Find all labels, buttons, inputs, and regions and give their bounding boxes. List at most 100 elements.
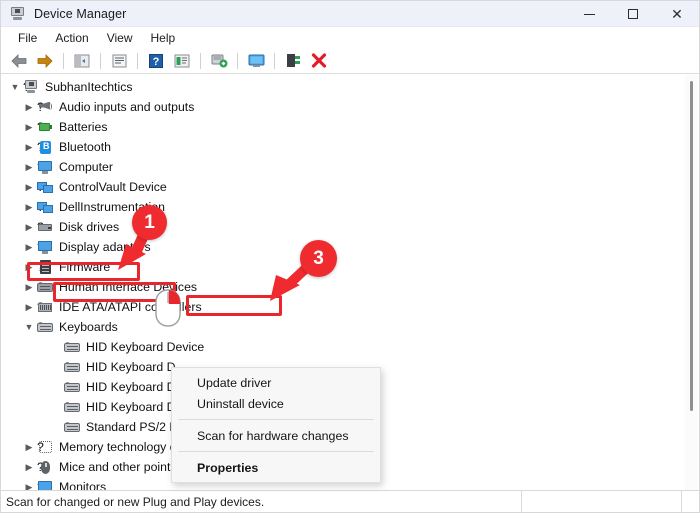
tree-row-label: Batteries bbox=[59, 120, 108, 134]
annotation-box-keyboards bbox=[27, 262, 140, 281]
disk-drive-icon: ? bbox=[37, 220, 54, 235]
scan-hardware-changes-button[interactable] bbox=[244, 50, 268, 72]
device-manager-window: Device Manager ✕ File Action View Help ? bbox=[0, 0, 700, 513]
uninstall-device-button[interactable] bbox=[307, 50, 331, 72]
toolbar-separator bbox=[100, 52, 101, 69]
tree-row[interactable]: ▶? Computer bbox=[1, 157, 685, 177]
chevron-down-icon[interactable]: ▼ bbox=[21, 322, 37, 332]
keyboard-icon: ? bbox=[64, 420, 81, 435]
forward-arrow-icon bbox=[37, 53, 53, 68]
tree-row[interactable]: ▶? Batteries bbox=[1, 117, 685, 137]
close-icon: ✕ bbox=[671, 6, 683, 22]
close-button[interactable]: ✕ bbox=[655, 1, 699, 27]
tree-row[interactable]: ▼? Keyboards bbox=[1, 317, 685, 337]
forward-button[interactable] bbox=[33, 50, 57, 72]
help-button[interactable]: ? bbox=[144, 50, 168, 72]
tree-row[interactable]: ? HID Keyboard Device bbox=[1, 337, 685, 357]
back-arrow-icon bbox=[11, 53, 27, 68]
annotation-marker-3-label: 3 bbox=[313, 247, 324, 269]
tree-row-label: Bluetooth bbox=[59, 140, 111, 154]
tree-row-label: Audio inputs and outputs bbox=[59, 100, 195, 114]
tree-row-label: Keyboards bbox=[59, 320, 118, 334]
update-driver-button[interactable] bbox=[207, 50, 231, 72]
chevron-right-icon[interactable]: ▶ bbox=[21, 462, 37, 472]
battery-icon: ? bbox=[37, 120, 54, 135]
scrollbar-thumb[interactable] bbox=[690, 81, 693, 411]
tree-row-label: Disk drives bbox=[59, 220, 120, 234]
console-tree-icon bbox=[74, 54, 90, 67]
context-menu-item-update-driver[interactable]: Update driver bbox=[172, 372, 380, 393]
chevron-right-icon[interactable]: ▶ bbox=[21, 242, 37, 252]
tree-row[interactable]: ▶? Display adapters bbox=[1, 237, 685, 257]
tree-row-label: HID Keyboard D bbox=[86, 380, 176, 394]
chevron-right-icon[interactable]: ▶ bbox=[21, 162, 37, 172]
context-menu-separator bbox=[178, 451, 374, 452]
ide-controller-icon: ? bbox=[37, 300, 54, 315]
tree-row-label: Mice and other pointin bbox=[59, 460, 180, 474]
bluetooth-icon: ? bbox=[37, 140, 54, 155]
hid-icon: ? bbox=[37, 280, 54, 295]
vertical-scrollbar[interactable] bbox=[685, 75, 698, 492]
help-icon: ? bbox=[149, 53, 163, 68]
device-tree-panel: ▼? SubhanItechtics ▶? Audio inputs and outp… bbox=[1, 74, 699, 493]
chevron-right-icon[interactable]: ▶ bbox=[21, 182, 37, 192]
tree-row[interactable]: ▼? SubhanItechtics bbox=[1, 77, 685, 97]
annotation-box-update-driver bbox=[186, 295, 282, 316]
context-menu-separator bbox=[178, 419, 374, 420]
chevron-right-icon[interactable]: ▶ bbox=[21, 442, 37, 452]
annotation-marker-1: 1 bbox=[132, 205, 167, 240]
back-button[interactable] bbox=[7, 50, 31, 72]
chevron-right-icon[interactable]: ▶ bbox=[21, 102, 37, 112]
tree-row[interactable]: ▶? Bluetooth bbox=[1, 137, 685, 157]
annotation-marker-1-label: 1 bbox=[144, 211, 155, 233]
context-menu: Update driver Uninstall device Scan for … bbox=[171, 367, 381, 483]
toolbar-separator bbox=[237, 52, 238, 69]
chevron-right-icon[interactable]: ▶ bbox=[21, 222, 37, 232]
controlvault-icon: ? bbox=[37, 180, 54, 195]
chevron-down-icon[interactable]: ▼ bbox=[7, 82, 23, 92]
tree-row[interactable]: ▶?DellInstrumentation bbox=[1, 197, 685, 217]
maximize-button[interactable] bbox=[611, 1, 655, 27]
tree-row-label: Display adapters bbox=[59, 240, 151, 254]
scan-hardware-icon bbox=[248, 54, 264, 67]
mouse-cursor-icon bbox=[155, 289, 181, 327]
chevron-right-icon[interactable]: ▶ bbox=[21, 202, 37, 212]
menu-file[interactable]: File bbox=[9, 29, 46, 47]
chevron-right-icon[interactable]: ▶ bbox=[21, 282, 37, 292]
enable-device-button[interactable] bbox=[281, 50, 305, 72]
chevron-right-icon[interactable]: ▶ bbox=[21, 122, 37, 132]
toolbar-separator bbox=[274, 52, 275, 69]
monitor-icon: ? bbox=[37, 160, 54, 175]
tree-row[interactable]: ▶? Audio inputs and outputs bbox=[1, 97, 685, 117]
mouse-icon: ? bbox=[37, 460, 54, 475]
keyboard-icon: ? bbox=[64, 360, 81, 375]
enable-device-icon bbox=[286, 54, 300, 67]
menu-view[interactable]: View bbox=[98, 29, 142, 47]
tree-row[interactable]: ▶? Disk drives bbox=[1, 217, 685, 237]
title-bar: Device Manager ✕ bbox=[1, 1, 699, 27]
chevron-right-icon[interactable]: ▶ bbox=[21, 142, 37, 152]
show-hide-console-tree-button[interactable] bbox=[70, 50, 94, 72]
view-button[interactable] bbox=[170, 50, 194, 72]
update-driver-icon bbox=[211, 54, 227, 68]
minimize-button[interactable] bbox=[567, 1, 611, 27]
context-menu-item-uninstall-device[interactable]: Uninstall device bbox=[172, 393, 380, 414]
context-menu-item-scan-for-hardware-changes[interactable]: Scan for hardware changes bbox=[172, 425, 380, 446]
menu-action[interactable]: Action bbox=[46, 29, 97, 47]
delete-x-icon bbox=[311, 53, 327, 68]
chevron-right-icon[interactable]: ▶ bbox=[21, 302, 37, 312]
status-message: Scan for changed or new Plug and Play de… bbox=[6, 494, 265, 509]
tree-row-label: Memory technology d bbox=[59, 440, 177, 454]
keyboard-icon: ? bbox=[64, 400, 81, 415]
menu-help[interactable]: Help bbox=[142, 29, 185, 47]
computer-icon: ? bbox=[23, 79, 40, 95]
context-menu-item-properties[interactable]: Properties bbox=[172, 457, 380, 478]
properties-button[interactable] bbox=[107, 50, 131, 72]
properties-icon bbox=[112, 54, 126, 67]
tree-row[interactable]: ▶? ControlVault Device bbox=[1, 177, 685, 197]
dell-instrumentation-icon: ? bbox=[37, 200, 54, 215]
display-adapter-icon: ? bbox=[37, 240, 54, 255]
toolbar-separator bbox=[200, 52, 201, 69]
status-cell bbox=[521, 490, 681, 512]
status-resize-grip[interactable] bbox=[681, 490, 699, 512]
